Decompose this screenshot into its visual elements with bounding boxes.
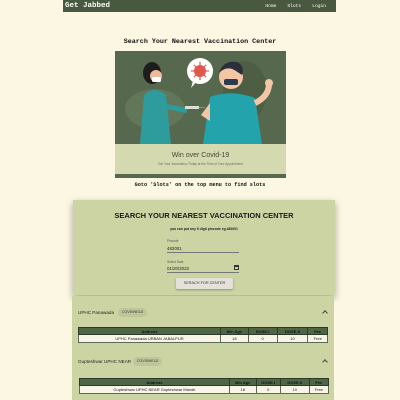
goto-instruction: Goto 'Slots' on the top menu to find slo… (134, 182, 266, 188)
cell-fee: Free (308, 385, 330, 394)
cell-dose-1: 0 (255, 385, 282, 394)
hero-title: Search Your Nearest Vaccination Center (123, 38, 277, 46)
cell-dose-1: 0 (247, 334, 278, 343)
brand-logo[interactable]: Get Jabbed (65, 2, 265, 10)
slots-table: Address Min Age DOSE-I DOSE-II Fee UPHC … (78, 327, 328, 343)
table-header-row: Address Min Age DOSE-I DOSE-II Fee (78, 327, 328, 335)
center-name: Gupteshwar UPHC NEAR (78, 359, 132, 364)
col-dose-1: DOSE-I (255, 378, 282, 386)
col-dose-2: DOSE-II (280, 378, 310, 386)
vaccine-badge: COVISHIELD (133, 357, 163, 366)
nav-slots[interactable]: Slots (287, 4, 301, 9)
col-fee: Fee (307, 327, 328, 335)
navbar: Get Jabbed Home Slots Login (63, 0, 336, 12)
table-row: Gupteshwar UPHC NEAR Gupteshwar Mandir 1… (79, 385, 330, 394)
hero-card: Win over Covid-19 Get Your Vaccination T… (115, 51, 286, 178)
vaccination-illustration (115, 51, 286, 144)
results-panel: UPHC Panawada COVISHIELD Address Min Age… (72, 296, 334, 400)
nav-home[interactable]: Home (265, 4, 276, 9)
search-center-button[interactable]: SERACH FOR CENTER (176, 278, 233, 289)
cell-fee: Free (307, 334, 328, 343)
center-header[interactable]: Gupteshwar UPHC NEAR COVISHIELD (72, 353, 334, 371)
col-dose-1: DOSE-I (247, 327, 278, 335)
cell-dose-2: 10 (276, 334, 309, 343)
pincode-hint: you can put any 6 digit pincode eg.48200… (170, 227, 238, 231)
cell-min-age: 18 (229, 385, 257, 394)
pincode-label: Pincode (167, 239, 179, 243)
chevron-up-icon[interactable] (322, 310, 328, 316)
col-address: Address (79, 378, 230, 386)
col-min-age: Min Age (219, 327, 249, 335)
col-address: Address (78, 327, 221, 335)
cell-dose-2: 10 (280, 385, 310, 394)
date-value: 01/20/2023 (167, 266, 189, 271)
vaccine-badge: COVISHIELD (118, 308, 148, 317)
cell-address: Gupteshwar UPHC NEAR Gupteshwar Mandir (79, 385, 230, 394)
cell-address: UPHC Panawada URBAN JABALPUR (78, 334, 221, 343)
center-header[interactable]: UPHC Panawada COVISHIELD (72, 304, 334, 322)
chevron-up-icon[interactable] (322, 359, 328, 365)
table-header-row: Address Min Age DOSE-I DOSE-II Fee (79, 378, 330, 386)
date-label: Select Date (167, 260, 184, 264)
search-card: SEARCH YOUR NEAREST VACCINATION CENTER y… (73, 200, 335, 295)
pincode-input[interactable]: 482001 (167, 246, 239, 253)
col-fee: Fee (308, 378, 330, 386)
slots-table: Address Min Age DOSE-I DOSE-II Fee Gupte… (79, 378, 330, 394)
date-input[interactable]: 01/20/2023 (167, 265, 239, 273)
hero-caption: Win over Covid-19 Get Your Vaccination T… (115, 144, 286, 174)
search-title: SEARCH YOUR NEAREST VACCINATION CENTER (114, 211, 294, 220)
calendar-icon[interactable] (234, 265, 239, 270)
col-min-age: Min Age (229, 378, 257, 386)
nav-login[interactable]: Login (312, 4, 326, 9)
cell-min-age: 18 (219, 334, 249, 343)
caption-title: Win over Covid-19 (171, 152, 230, 159)
col-dose-2: DOSE-II (276, 327, 309, 335)
table-row: UPHC Panawada URBAN JABALPUR 18 0 10 Fre… (78, 334, 328, 343)
center-name: UPHC Panawada (78, 310, 115, 315)
caption-subtitle: Get Your Vaccination Today at the Time o… (158, 162, 243, 166)
